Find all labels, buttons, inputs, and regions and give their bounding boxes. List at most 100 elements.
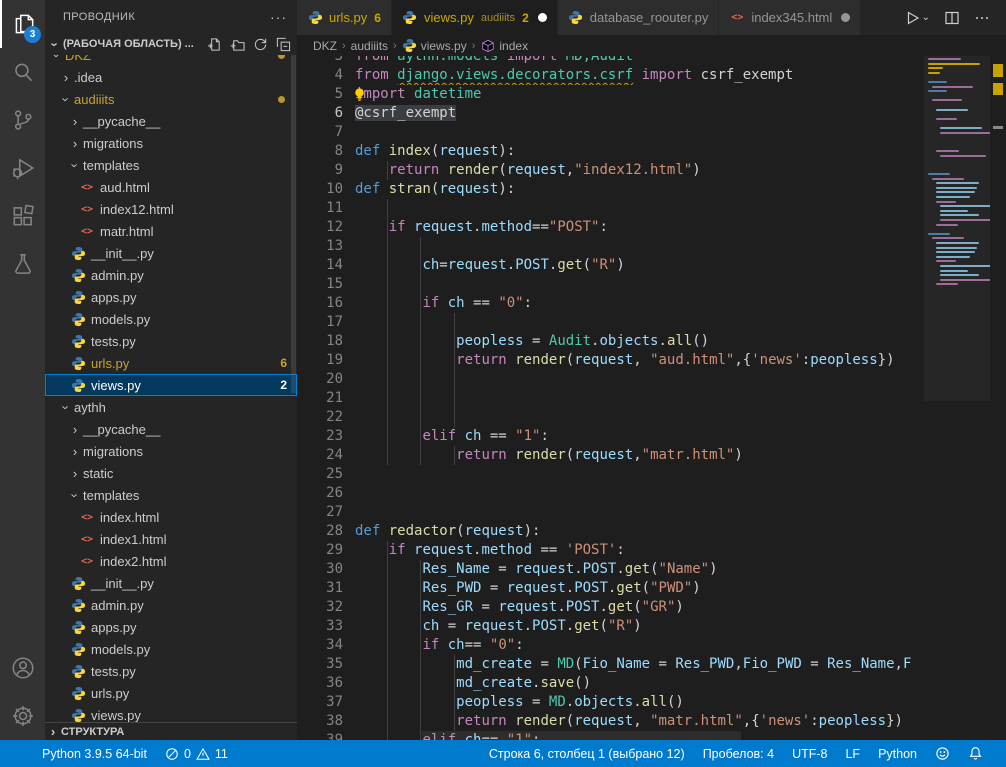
sidebar-scrollbar[interactable] bbox=[291, 55, 296, 393]
code-line-24[interactable]: return render(request,"matr.html") bbox=[355, 446, 922, 465]
code-line-16[interactable]: if ch == "0": bbox=[355, 294, 922, 313]
activity-bar-item-settings[interactable] bbox=[0, 692, 45, 740]
breadcrumb-item-views.py[interactable]: views.py bbox=[402, 38, 467, 53]
breadcrumb-item-DKZ[interactable]: DKZ bbox=[313, 39, 337, 53]
file-views.py[interactable]: views.py bbox=[45, 704, 297, 722]
folder-.idea[interactable]: ›.idea bbox=[45, 66, 297, 88]
activity-bar-item-explorer[interactable]: 3 bbox=[0, 0, 45, 48]
code-line-34[interactable]: if ch== "0": bbox=[355, 636, 922, 655]
tab-views.py[interactable]: views.pyaudiiits2 bbox=[392, 0, 558, 35]
minimap[interactable] bbox=[924, 56, 990, 740]
code-line-3[interactable]: from aythh.models import MD,Audit bbox=[355, 56, 922, 66]
code-line-28[interactable]: def redactor(request): bbox=[355, 522, 922, 541]
folder-__pycache__[interactable]: ›__pycache__ bbox=[45, 418, 297, 440]
status-language-mode[interactable]: Python bbox=[869, 747, 926, 761]
folder-__pycache__[interactable]: ›__pycache__ bbox=[45, 110, 297, 132]
code-line-32[interactable]: Res_GR = request.POST.get("GR") bbox=[355, 598, 922, 617]
file-urls.py[interactable]: urls.py bbox=[45, 682, 297, 704]
new-folder-icon[interactable] bbox=[230, 37, 245, 52]
folder-static[interactable]: ›static bbox=[45, 462, 297, 484]
activity-bar-item-testing[interactable] bbox=[0, 240, 45, 288]
file-apps.py[interactable]: apps.py bbox=[45, 616, 297, 638]
split-editor-button[interactable] bbox=[944, 10, 960, 26]
collapse-all-icon[interactable] bbox=[276, 37, 291, 52]
code-line-29[interactable]: if request.method == 'POST': bbox=[355, 541, 922, 560]
code-line-23[interactable]: elif ch == "1": bbox=[355, 427, 922, 446]
file-apps.py[interactable]: apps.py bbox=[45, 286, 297, 308]
folder-templates[interactable]: ›templates bbox=[45, 484, 297, 506]
activity-bar-item-search[interactable] bbox=[0, 48, 45, 96]
code-line-14[interactable]: ch=request.POST.get("R") bbox=[355, 256, 922, 275]
folder-DKZ[interactable]: ›DKZ bbox=[45, 55, 297, 66]
code-line-13[interactable] bbox=[355, 237, 922, 256]
tab-database_roouter.py[interactable]: database_roouter.py bbox=[558, 0, 720, 35]
code-line-20[interactable] bbox=[355, 370, 922, 389]
code-line-6[interactable]: @csrf_exempt bbox=[355, 104, 922, 123]
status-eol[interactable]: LF bbox=[836, 747, 869, 761]
file-__init__.py[interactable]: __init__.py bbox=[45, 572, 297, 594]
code-line-39[interactable]: elif ch== "1": bbox=[355, 731, 922, 740]
activity-bar-item-run-debug[interactable] bbox=[0, 144, 45, 192]
outline-section-header[interactable]: › СТРУКТУРА bbox=[45, 722, 297, 740]
status-cursor-position[interactable]: Строка 6, столбец 1 (выбрано 12) bbox=[480, 747, 694, 761]
file-tests.py[interactable]: tests.py bbox=[45, 660, 297, 682]
file-__init__.py[interactable]: __init__.py bbox=[45, 242, 297, 264]
code-line-30[interactable]: Res_Name = request.POST.get("Name") bbox=[355, 560, 922, 579]
code-line-21[interactable] bbox=[355, 389, 922, 408]
run-button[interactable]: ⌄ bbox=[904, 10, 930, 26]
code-editor[interactable]: 3456789101112131415161718192021222324252… bbox=[297, 56, 1006, 740]
code-line-37[interactable]: peopless = MD.objects.all() bbox=[355, 693, 922, 712]
lightbulb-icon[interactable] bbox=[352, 87, 367, 102]
code-line-19[interactable]: return render(request, "aud.html",{'news… bbox=[355, 351, 922, 370]
activity-bar-item-source-control[interactable] bbox=[0, 96, 45, 144]
code-line-8[interactable]: def index(request): bbox=[355, 142, 922, 161]
code-line-36[interactable]: md_create.save() bbox=[355, 674, 922, 693]
tab-index345.html[interactable]: <>index345.html bbox=[719, 0, 861, 35]
folder-templates[interactable]: ›templates bbox=[45, 154, 297, 176]
file-admin.py[interactable]: admin.py bbox=[45, 264, 297, 286]
workspace-section-header[interactable]: › (РАБОЧАЯ ОБЛАСТЬ) ... bbox=[45, 33, 297, 55]
views-and-more-actions-icon[interactable]: ··· bbox=[270, 9, 287, 25]
status-indentation[interactable]: Пробелов: 4 bbox=[694, 747, 783, 761]
code-line-25[interactable] bbox=[355, 465, 922, 484]
code-line-5[interactable]: import datetime bbox=[355, 85, 922, 104]
tab-urls.py[interactable]: urls.py6 bbox=[297, 0, 392, 35]
activity-bar-item-account[interactable] bbox=[0, 644, 45, 692]
file-models.py[interactable]: models.py bbox=[45, 308, 297, 330]
code-line-22[interactable] bbox=[355, 408, 922, 427]
code-line-15[interactable] bbox=[355, 275, 922, 294]
file-views.py[interactable]: views.py2 bbox=[45, 374, 297, 396]
code-line-17[interactable] bbox=[355, 313, 922, 332]
file-index.html[interactable]: <>index.html bbox=[45, 506, 297, 528]
more-actions-button[interactable] bbox=[974, 10, 990, 26]
code-line-31[interactable]: Res_PWD = request.POST.get("PWD") bbox=[355, 579, 922, 598]
code-line-33[interactable]: ch = request.POST.get("R") bbox=[355, 617, 922, 636]
status-problems[interactable]: 011 bbox=[156, 747, 237, 761]
status-feedback[interactable] bbox=[926, 746, 959, 761]
refresh-icon[interactable] bbox=[253, 37, 268, 52]
code-line-9[interactable]: return render(request,"index12.html") bbox=[355, 161, 922, 180]
folder-migrations[interactable]: ›migrations bbox=[45, 132, 297, 154]
folder-migrations[interactable]: ›migrations bbox=[45, 440, 297, 462]
code-line-7[interactable] bbox=[355, 123, 922, 142]
code-line-11[interactable] bbox=[355, 199, 922, 218]
code-line-18[interactable]: peopless = Audit.objects.all() bbox=[355, 332, 922, 351]
code-line-10[interactable]: def stran(request): bbox=[355, 180, 922, 199]
file-tests.py[interactable]: tests.py bbox=[45, 330, 297, 352]
activity-bar-item-extensions[interactable] bbox=[0, 192, 45, 240]
status-python-interpreter[interactable]: Python 3.9.5 64-bit bbox=[33, 747, 156, 761]
code-line-4[interactable]: from django.views.decorators.csrf import… bbox=[355, 66, 922, 85]
file-models.py[interactable]: models.py bbox=[45, 638, 297, 660]
overview-ruler[interactable] bbox=[990, 56, 1006, 740]
status-notifications[interactable] bbox=[959, 746, 992, 761]
breadcrumb-item-audiiits[interactable]: audiiits bbox=[351, 39, 388, 53]
code-line-35[interactable]: md_create = MD(Fio_Name = Res_PWD,Fio_PW… bbox=[355, 655, 922, 674]
file-index1.html[interactable]: <>index1.html bbox=[45, 528, 297, 550]
file-index12.html[interactable]: <>index12.html bbox=[45, 198, 297, 220]
file-urls.py[interactable]: urls.py6 bbox=[45, 352, 297, 374]
status-encoding[interactable]: UTF-8 bbox=[783, 747, 836, 761]
breadcrumb-item-index[interactable]: index bbox=[480, 38, 528, 53]
folder-audiiits[interactable]: ›audiiits bbox=[45, 88, 297, 110]
new-file-icon[interactable] bbox=[207, 37, 222, 52]
file-index2.html[interactable]: <>index2.html bbox=[45, 550, 297, 572]
